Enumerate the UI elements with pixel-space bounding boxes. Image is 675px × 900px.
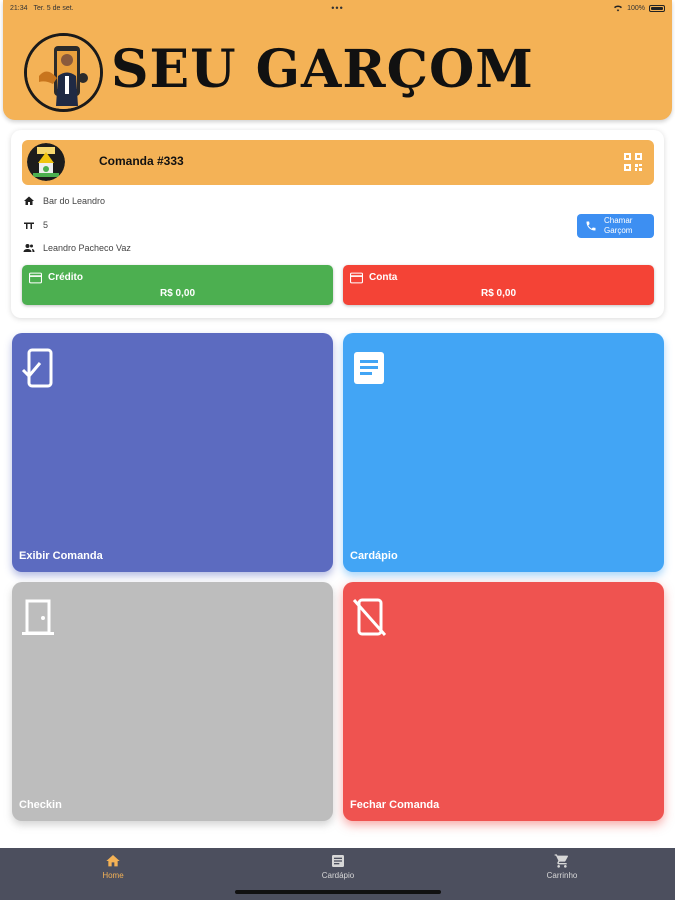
brand-title: SEU GARÇOM xyxy=(111,39,534,100)
tile-label: Exibir Comanda xyxy=(19,550,103,562)
battery-icon xyxy=(649,4,665,12)
table-number: 5 xyxy=(43,220,49,230)
tile-label: Checkin xyxy=(19,799,62,811)
call-button-line1: Chamar xyxy=(604,216,633,225)
phone-off-icon xyxy=(352,598,387,636)
tile-label: Fechar Comanda xyxy=(350,799,440,811)
credit-value: R$ 0,00 xyxy=(159,288,196,299)
home-icon xyxy=(24,196,34,205)
call-waiter-button[interactable]: Chamar Garçom xyxy=(577,214,654,238)
call-button-line2: Garçom xyxy=(604,226,633,235)
qr-code-icon[interactable] xyxy=(624,153,642,171)
card-icon xyxy=(350,272,363,284)
home-icon xyxy=(106,855,120,867)
nav-cardapio[interactable]: Cardápio xyxy=(298,853,378,880)
status-bar: 21:34 Ter. 5 de set. ••• 100% xyxy=(0,0,675,16)
people-icon xyxy=(23,244,35,252)
door-icon xyxy=(22,599,54,635)
status-time: 21:34 xyxy=(10,4,28,12)
customer-name: Leandro Pacheco Vaz xyxy=(43,243,131,253)
tile-fechar-comanda[interactable]: Fechar Comanda xyxy=(343,582,664,821)
waiter-logo xyxy=(24,33,103,112)
app-header: SEU GARÇOM xyxy=(3,0,672,120)
tile-cardapio[interactable]: Cardápio xyxy=(343,333,664,572)
comanda-card: Comanda #333 Bar do Leandro 5 Leandro Pa… xyxy=(11,130,664,318)
card-icon xyxy=(29,272,42,284)
table-row: 5 xyxy=(23,219,48,231)
phone-check-icon xyxy=(21,348,53,388)
account-value: R$ 0,00 xyxy=(480,288,517,299)
bar-logo xyxy=(27,143,65,181)
status-date: Ter. 5 de set. xyxy=(33,4,74,12)
nav-cardapio-label: Cardápio xyxy=(321,871,355,880)
document-icon xyxy=(354,352,384,384)
menu-icon xyxy=(332,855,344,867)
nav-carrinho[interactable]: Carrinho xyxy=(522,853,602,880)
comanda-title: Comanda #333 xyxy=(99,154,184,168)
wifi-icon xyxy=(614,5,623,12)
tile-label: Cardápio xyxy=(350,550,398,562)
battery-percent: 100% xyxy=(627,4,645,12)
account-label: Conta xyxy=(369,272,398,283)
customer-row: Leandro Pacheco Vaz xyxy=(23,242,131,254)
nav-carrinho-label: Carrinho xyxy=(546,871,578,880)
account-button[interactable]: Conta R$ 0,00 xyxy=(343,265,654,305)
nav-home-label: Home xyxy=(102,871,124,880)
cart-icon xyxy=(554,854,568,868)
multitask-dots[interactable]: ••• xyxy=(331,3,343,13)
credit-button[interactable]: Crédito R$ 0,00 xyxy=(22,265,333,305)
tile-exibir-comanda[interactable]: Exibir Comanda xyxy=(12,333,333,572)
credit-label: Crédito xyxy=(48,272,83,283)
establishment-name: Bar do Leandro xyxy=(43,196,106,206)
establishment-row: Bar do Leandro xyxy=(23,195,105,207)
nav-home[interactable]: Home xyxy=(73,853,153,880)
table-icon xyxy=(24,222,34,229)
tile-checkin[interactable]: Checkin xyxy=(12,582,333,821)
comanda-header: Comanda #333 xyxy=(22,140,654,185)
phone-call-icon xyxy=(586,221,596,231)
home-indicator xyxy=(235,890,441,894)
